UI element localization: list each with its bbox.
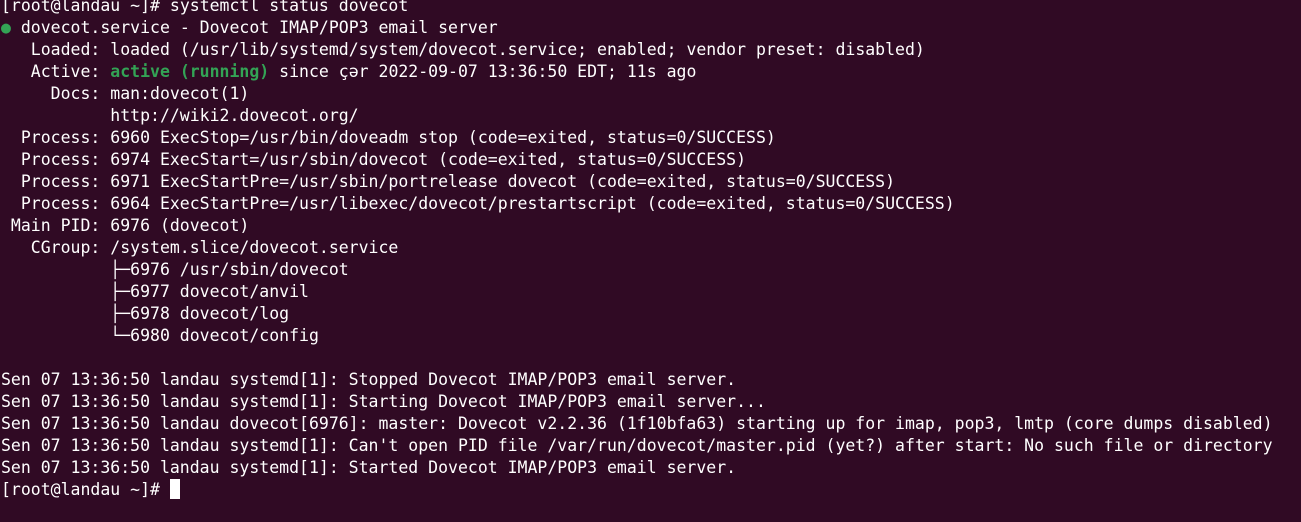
active-label: Active: (1, 62, 111, 81)
docs-man-page: man:dovecot(1) (110, 84, 250, 103)
loaded-label: Loaded: (1, 40, 111, 59)
active-line: Active: active (running) since çər 2022-… (1, 61, 1301, 83)
process-line: Process: 6974 ExecStart=/usr/sbin/doveco… (1, 150, 747, 169)
docs-url-line: http://wiki2.dovecot.org/ (1, 106, 359, 125)
shell-prompt: [root@landau ~]# (1, 0, 170, 15)
command-line: [root@landau ~]# systemctl status doveco… (1, 0, 1301, 17)
cgroup-tree-item: ├─6977 dovecot/anvil (1, 282, 309, 301)
cgroup-tree-item: └─6980 dovecot/config (1, 326, 319, 345)
cgroup-line: CGroup: /system.slice/dovecot.service (1, 238, 399, 257)
cgroup-tree-item: ├─6978 dovecot/log (1, 304, 290, 323)
service-title: dovecot.service - Dovecot IMAP/POP3 emai… (20, 18, 498, 37)
loaded-value: loaded (/usr/lib/systemd/system/dovecot.… (110, 40, 925, 59)
text-cursor (169, 479, 180, 499)
log-line: Sen 07 13:36:50 landau systemd[1]: Can't… (1, 436, 1273, 455)
log-line: Sen 07 13:36:50 landau dovecot[6976]: ma… (1, 414, 1273, 433)
process-line: Process: 6971 ExecStartPre=/usr/sbin/por… (1, 172, 896, 191)
terminal-window[interactable]: [root@landau ~]# systemctl status doveco… (0, 0, 1301, 517)
log-line: Sen 07 13:36:50 landau systemd[1]: Start… (1, 392, 766, 411)
process-line: Process: 6964 ExecStartPre=/usr/libexec/… (1, 194, 955, 213)
command-text: systemctl status dovecot (169, 0, 409, 15)
active-since: since çər 2022-09-07 13:36:50 EDT; 11s a… (269, 62, 697, 81)
cgroup-tree-item: ├─6976 /usr/sbin/dovecot (1, 260, 349, 279)
main-pid-line: Main PID: 6976 (dovecot) (1, 216, 250, 235)
docs-label: Docs: (1, 84, 111, 103)
process-line: Process: 6960 ExecStop=/usr/bin/doveadm … (1, 128, 776, 147)
log-line: Sen 07 13:36:50 landau systemd[1]: Stopp… (1, 370, 737, 389)
log-line: Sen 07 13:36:50 landau systemd[1]: Start… (1, 458, 737, 477)
loaded-line: Loaded: loaded (/usr/lib/systemd/system/… (1, 39, 1301, 61)
active-state: active (running) (110, 62, 270, 81)
status-dot-icon: ● (1, 18, 11, 37)
docs-line: Docs: man:dovecot(1) (1, 83, 1301, 105)
shell-prompt: [root@landau ~]# (1, 480, 170, 499)
input-line[interactable]: [root@landau ~]# (1, 479, 1301, 501)
service-title-line: ● dovecot.service - Dovecot IMAP/POP3 em… (1, 17, 1301, 39)
